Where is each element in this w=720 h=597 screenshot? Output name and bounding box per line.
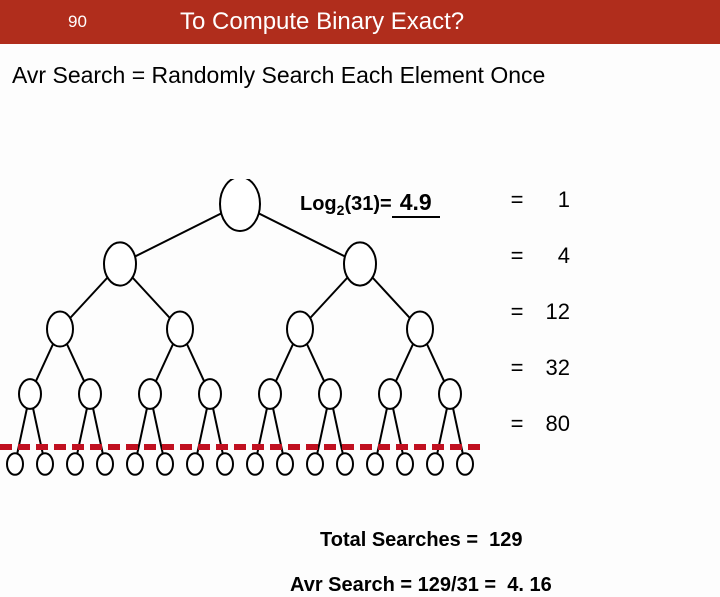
avr-value: 4. 16 xyxy=(507,574,551,596)
slide-number: 90 xyxy=(68,12,87,32)
log-arg: (31)= xyxy=(344,193,391,215)
total-label: Total Searches = xyxy=(320,529,478,551)
level-row: =32 xyxy=(504,357,570,379)
log-expression: Log2(31)=4.9 xyxy=(300,189,440,218)
level-row: =4 xyxy=(504,245,570,267)
total-line: Total Searches = 129 xyxy=(320,529,523,552)
avr-label: Avr Search = 129/31 = xyxy=(290,574,496,596)
equals-sign: = xyxy=(504,301,530,323)
level-row: =1 xyxy=(504,189,570,211)
slide-title: To Compute Binary Exact? xyxy=(180,8,464,36)
avr-line: Avr Search = 129/31 = 4. 16 xyxy=(290,574,552,597)
level-value: 32 xyxy=(530,357,570,379)
title-bar: 90 To Compute Binary Exact? xyxy=(0,0,720,44)
equals-sign: = xyxy=(504,357,530,379)
dashed-separator xyxy=(0,444,480,450)
equals-sign: = xyxy=(504,245,530,267)
equals-sign: = xyxy=(504,189,530,211)
binary-tree-diagram xyxy=(0,179,480,479)
level-values: =1=4=12=32=80 xyxy=(504,189,570,435)
log-prefix: Log xyxy=(300,193,337,215)
log-value: 4.9 xyxy=(392,189,440,218)
level-value: 4 xyxy=(530,245,570,267)
total-value: 129 xyxy=(489,529,522,551)
level-value: 80 xyxy=(530,413,570,435)
level-value: 12 xyxy=(530,301,570,323)
level-value: 1 xyxy=(530,189,570,211)
level-row: =80 xyxy=(504,413,570,435)
equals-sign: = xyxy=(504,413,530,435)
subtitle: Avr Search = Randomly Search Each Elemen… xyxy=(12,62,720,89)
level-row: =12 xyxy=(504,301,570,323)
